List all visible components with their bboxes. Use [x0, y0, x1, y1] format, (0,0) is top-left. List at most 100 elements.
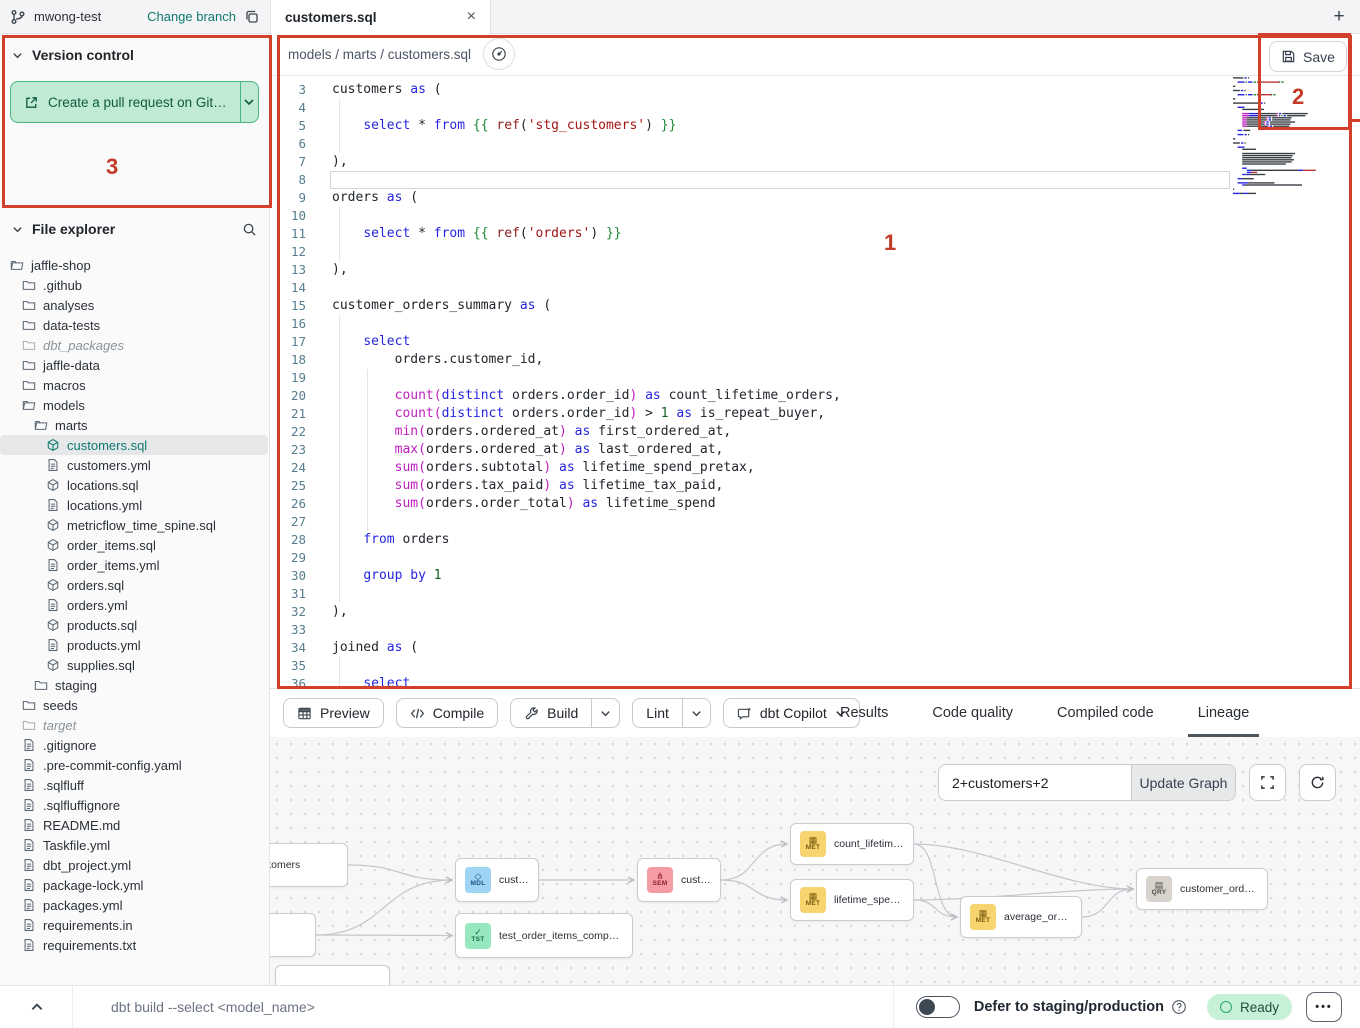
code-line[interactable]: 9orders as ( — [270, 189, 1360, 207]
code-line[interactable]: 5 select * from {{ ref('stg_customers') … — [270, 117, 1360, 135]
tab-compiled-code[interactable]: Compiled code — [1053, 689, 1158, 737]
tree-item-data-tests[interactable]: data-tests — [0, 315, 268, 335]
lint-button[interactable]: Lint — [632, 698, 711, 728]
code-line[interactable]: 34joined as ( — [270, 639, 1360, 657]
tree-item-products.sql[interactable]: products.sql — [0, 615, 268, 635]
tree-item-.sqlfluffignore[interactable]: .sqlfluffignore — [0, 795, 268, 815]
code-line[interactable]: 30 group by 1 — [270, 567, 1360, 585]
lineage-node-lifetime_spend_pretax[interactable]: ▦METlifetime_spend_pretax — [790, 879, 914, 921]
code-line[interactable]: 12 — [270, 243, 1360, 261]
version-control-header[interactable]: Version control — [0, 33, 269, 71]
tree-item-.github[interactable]: .github — [0, 275, 268, 295]
lineage-node-count_lifetime_orders[interactable]: ▦METcount_lifetime_orders — [790, 823, 914, 865]
tree-item-target[interactable]: target — [0, 715, 268, 735]
editor-tab[interactable]: customers.sql × — [270, 0, 491, 34]
code-editor[interactable]: 23customers as (45 select * from {{ ref(… — [270, 33, 1360, 688]
code-line[interactable]: 13), — [270, 261, 1360, 279]
tree-item-.gitignore[interactable]: .gitignore — [0, 735, 268, 755]
tree-item-.pre-commit-config.yaml[interactable]: .pre-commit-config.yaml — [0, 755, 268, 775]
code-line[interactable]: 6 — [270, 135, 1360, 153]
code-line[interactable]: 26 sum(orders.order_total) as lifetime_s… — [270, 495, 1360, 513]
tree-item-customers.yml[interactable]: customers.yml — [0, 455, 268, 475]
code-line[interactable]: 35 — [270, 657, 1360, 675]
defer-toggle[interactable] — [916, 996, 960, 1018]
code-line[interactable]: 22 min(orders.ordered_at) as first_order… — [270, 423, 1360, 441]
code-line[interactable]: 32), — [270, 603, 1360, 621]
lineage-node-average_order_value[interactable]: ▦METaverage_order_value — [960, 896, 1082, 938]
build-button[interactable]: Build — [510, 698, 620, 728]
code-line[interactable]: 27 — [270, 513, 1360, 531]
tab-results[interactable]: Results — [836, 689, 892, 737]
tab-code-quality[interactable]: Code quality — [928, 689, 1017, 737]
code-line[interactable]: 16 — [270, 315, 1360, 333]
code-line[interactable]: 15customer_orders_summary as ( — [270, 297, 1360, 315]
tree-item-staging[interactable]: staging — [0, 675, 268, 695]
compile-button[interactable]: Compile — [396, 698, 498, 728]
tab-lineage[interactable]: Lineage — [1194, 689, 1254, 737]
tree-item-requirements.in[interactable]: requirements.in — [0, 915, 268, 935]
code-line[interactable]: 8 — [270, 171, 1360, 189]
tree-item-order-items.yml[interactable]: order_items.yml — [0, 555, 268, 575]
code-line[interactable]: 19 — [270, 369, 1360, 387]
editor-minimap[interactable] — [1233, 73, 1321, 197]
search-icon[interactable] — [242, 222, 257, 237]
lint-dropdown-caret[interactable] — [682, 699, 710, 727]
tree-item-models[interactable]: models — [0, 395, 268, 415]
create-pull-request-main[interactable]: Create a pull request on Git… — [11, 82, 241, 122]
gauge-icon-button[interactable] — [483, 38, 515, 70]
build-dropdown-caret[interactable] — [591, 699, 619, 727]
chevron-up-icon[interactable] — [30, 1000, 44, 1014]
tree-item-analyses[interactable]: analyses — [0, 295, 268, 315]
create-pull-request-button[interactable]: Create a pull request on Git… — [10, 81, 259, 123]
tree-item-dbt-project.yml[interactable]: dbt_project.yml — [0, 855, 268, 875]
pull-request-dropdown-caret[interactable] — [241, 82, 258, 122]
code-line[interactable]: 17 select — [270, 333, 1360, 351]
code-line[interactable]: 24 sum(orders.subtotal) as lifetime_spen… — [270, 459, 1360, 477]
code-line[interactable]: 31 — [270, 585, 1360, 603]
code-line[interactable]: 7), — [270, 153, 1360, 171]
file-explorer-header[interactable]: File explorer — [0, 207, 269, 245]
tree-item-dbt-packages[interactable]: dbt_packages — [0, 335, 268, 355]
refresh-button[interactable] — [1299, 764, 1336, 801]
tree-item-jaffle-data[interactable]: jaffle-data — [0, 355, 268, 375]
tree-item-order-items.sql[interactable]: order_items.sql — [0, 535, 268, 555]
code-line[interactable]: 36 select — [270, 675, 1360, 688]
tab-close-icon[interactable]: × — [467, 9, 476, 25]
tree-item-Taskfile.yml[interactable]: Taskfile.yml — [0, 835, 268, 855]
new-tab-button[interactable]: + — [1326, 4, 1352, 30]
change-branch-link[interactable]: Change branch — [147, 9, 236, 24]
code-line[interactable]: 33 — [270, 621, 1360, 639]
command-input[interactable]: dbt build --select <model_name> — [111, 999, 893, 1015]
code-line[interactable]: 14 — [270, 279, 1360, 297]
lineage-node-orders[interactable]: orders — [270, 913, 316, 957]
code-line[interactable]: 28 from orders — [270, 531, 1360, 549]
more-options-button[interactable]: ••• — [1306, 992, 1342, 1022]
code-line[interactable]: 4 — [270, 99, 1360, 117]
tree-item-marts[interactable]: marts — [0, 415, 268, 435]
tree-item-package-lock.yml[interactable]: package-lock.yml — [0, 875, 268, 895]
code-line[interactable]: 18 orders.customer_id, — [270, 351, 1360, 369]
lineage-node-customer_order_metrics[interactable]: ▤QRYcustomer_order_metrics — [1136, 868, 1268, 910]
tree-item-README.md[interactable]: README.md — [0, 815, 268, 835]
code-line[interactable]: 10 — [270, 207, 1360, 225]
code-line[interactable]: 25 sum(orders.tax_paid) as lifetime_tax_… — [270, 477, 1360, 495]
tree-item-.sqlfluff[interactable]: .sqlfluff — [0, 775, 268, 795]
tree-item-supplies.sql[interactable]: supplies.sql — [0, 655, 268, 675]
tree-item-products.yml[interactable]: products.yml — [0, 635, 268, 655]
graph-selector-input[interactable]: 2+customers+2 — [939, 765, 1131, 800]
code-line[interactable]: 20 count(distinct orders.order_id) as co… — [270, 387, 1360, 405]
code-line[interactable]: 3customers as ( — [270, 81, 1360, 99]
tree-item-jaffle-shop[interactable]: jaffle-shop — [0, 255, 268, 275]
lineage-node-partial[interactable] — [275, 965, 390, 985]
lineage-node-stg_customers[interactable]: stg_customers — [270, 843, 348, 887]
code-line[interactable]: 23 max(orders.ordered_at) as last_ordere… — [270, 441, 1360, 459]
help-icon[interactable] — [1171, 999, 1187, 1015]
tree-item-macros[interactable]: macros — [0, 375, 268, 395]
copy-icon[interactable] — [244, 9, 260, 25]
tree-item-locations.sql[interactable]: locations.sql — [0, 475, 268, 495]
code-line[interactable]: 29 — [270, 549, 1360, 567]
tree-item-metricflow-time-spine.sql[interactable]: metricflow_time_spine.sql — [0, 515, 268, 535]
tree-item-orders.yml[interactable]: orders.yml — [0, 595, 268, 615]
preview-button[interactable]: Preview — [283, 698, 384, 728]
tree-item-packages.yml[interactable]: packages.yml — [0, 895, 268, 915]
